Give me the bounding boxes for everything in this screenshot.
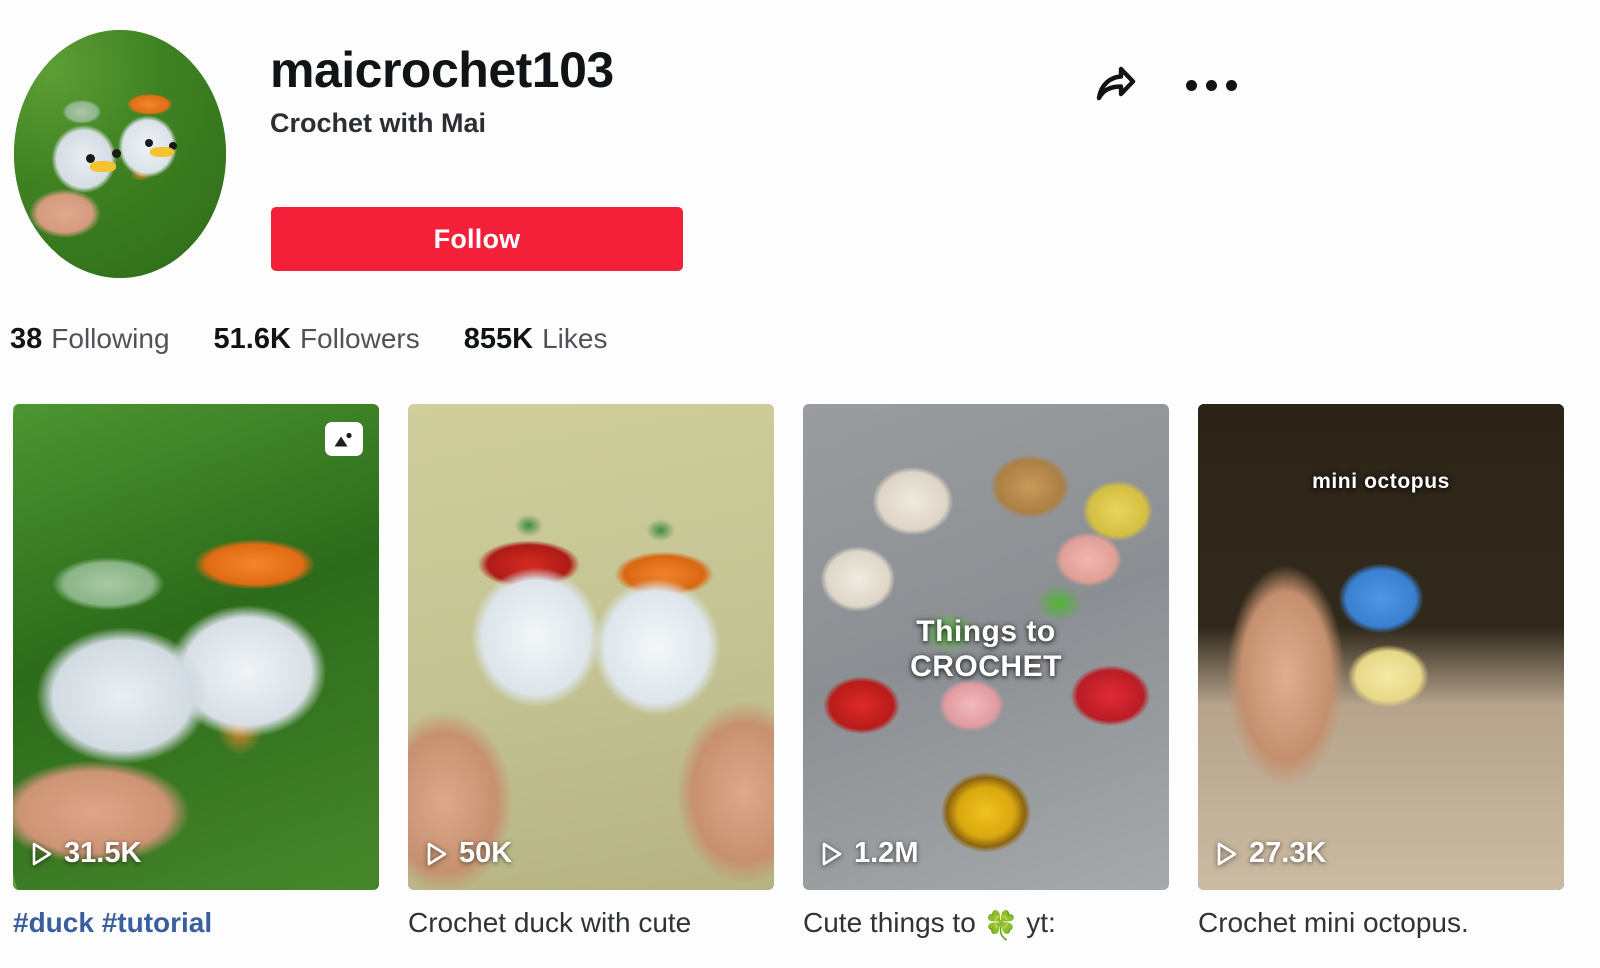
play-icon xyxy=(426,841,448,867)
play-count: 31.5K xyxy=(31,837,141,870)
play-count-value: 50K xyxy=(459,837,513,869)
likes-label: Likes xyxy=(542,323,608,354)
likes-count: 855K xyxy=(463,323,534,355)
video-card[interactable]: 50K Crochet duck with cute xyxy=(408,404,774,942)
video-thumbnail[interactable]: 50K xyxy=(408,404,774,890)
video-thumbnail[interactable]: mini octopus 27.3K xyxy=(1198,404,1564,890)
video-caption[interactable]: Cute things to 🍀 yt: xyxy=(803,906,1169,942)
thumbnail-image xyxy=(13,404,379,890)
profile-username: maicrochet103 xyxy=(270,42,614,98)
following-count: 38 xyxy=(10,323,43,355)
profile-stats: 38 Following 51.6K Followers 855K Likes xyxy=(10,323,607,356)
play-count-value: 1.2M xyxy=(854,837,919,869)
thumbnail-image xyxy=(803,404,1169,890)
profile-display-name: Crochet with Mai xyxy=(270,107,487,138)
video-card[interactable]: Things to CROCHET 1.2M Cute things to 🍀 … xyxy=(803,404,1169,942)
thumbnail-image xyxy=(408,404,774,890)
stat-likes[interactable]: 855K Likes xyxy=(464,323,608,356)
play-count-value: 31.5K xyxy=(64,837,142,869)
tiktok-profile-page: maicrochet103 Crochet with Mai Follow 38 xyxy=(0,0,1600,968)
play-icon xyxy=(31,841,53,867)
video-thumbnail[interactable]: 31.5K xyxy=(13,404,379,890)
video-caption[interactable]: #duck #tutorial xyxy=(13,906,379,939)
share-button[interactable] xyxy=(1085,55,1145,115)
video-card[interactable]: 31.5K #duck #tutorial xyxy=(13,404,379,942)
video-grid: 31.5K #duck #tutorial 50K Crochet duck w… xyxy=(13,404,1587,942)
caption-text-prefix: Cute things to xyxy=(803,907,984,938)
avatar-image xyxy=(14,30,226,278)
header-actions xyxy=(1085,55,1241,115)
play-icon xyxy=(1216,841,1238,867)
share-arrow-icon xyxy=(1091,60,1139,111)
play-count: 27.3K xyxy=(1216,837,1326,870)
more-options-icon xyxy=(1185,79,1237,91)
follow-button[interactable]: Follow xyxy=(271,207,683,271)
stat-following[interactable]: 38 Following xyxy=(10,323,170,356)
following-label: Following xyxy=(51,323,170,354)
play-count-value: 27.3K xyxy=(1249,837,1327,869)
video-card[interactable]: mini octopus 27.3K Crochet mini octopus. xyxy=(1198,404,1564,942)
followers-label: Followers xyxy=(299,323,420,354)
play-icon xyxy=(821,841,843,867)
clover-emoji-icon: 🍀 xyxy=(983,910,1019,941)
play-count: 50K xyxy=(426,837,512,870)
thumbnail-image xyxy=(1198,404,1564,890)
video-caption[interactable]: Crochet duck with cute xyxy=(408,906,774,939)
caption-text-suffix: yt: xyxy=(1018,907,1056,938)
play-count: 1.2M xyxy=(821,837,918,870)
video-thumbnail[interactable]: Things to CROCHET 1.2M xyxy=(803,404,1169,890)
followers-count: 51.6K xyxy=(213,323,291,355)
photo-carousel-icon xyxy=(325,422,363,456)
avatar[interactable] xyxy=(14,30,226,278)
profile-identity: maicrochet103 Crochet with Mai xyxy=(270,44,1090,138)
more-options-button[interactable] xyxy=(1181,55,1241,115)
video-caption[interactable]: Crochet mini octopus. xyxy=(1198,906,1564,939)
stat-followers[interactable]: 51.6K Followers xyxy=(214,323,420,356)
